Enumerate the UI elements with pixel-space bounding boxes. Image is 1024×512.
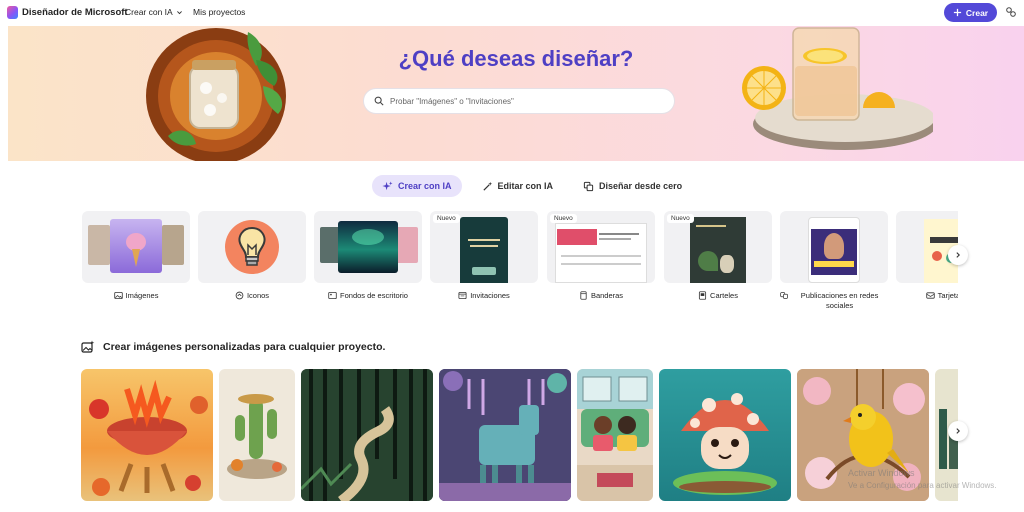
image-sparkle-icon (81, 340, 95, 353)
gallery-image-mushroom[interactable] (659, 369, 791, 501)
app-brand[interactable]: Diseñador de Microsoft (22, 7, 128, 18)
tab-edit-ai[interactable]: Editar con IA (472, 175, 564, 197)
category-caption: Tarjetas de (896, 291, 958, 301)
category-carousel: Imágenes Iconos Fondos de escritorio Nue… (82, 211, 958, 315)
tab-label: Editar con IA (497, 181, 554, 191)
share-icon[interactable] (1005, 6, 1017, 18)
category-label: Imágenes (125, 291, 159, 300)
top-bar: Diseñador de Microsoft Crear con IA Mis … (0, 0, 1024, 26)
category-caption: Iconos (198, 291, 306, 301)
gallery-next-button[interactable] (948, 421, 968, 441)
invitation-icon (458, 291, 467, 300)
plus-icon (953, 8, 961, 17)
sparkle-icon (382, 180, 393, 190)
section-header: Crear imágenes personalizadas para cualq… (81, 340, 385, 354)
magic-wand-icon (482, 181, 492, 191)
windows-activation-text: Ve a Configuración para activar Windows. (848, 481, 997, 490)
category-label: Tarjetas de (937, 291, 958, 300)
chevron-right-icon (956, 252, 960, 258)
children-reading-illustration (577, 369, 653, 501)
category-card-posters[interactable]: Nuevo Carteles (664, 211, 772, 301)
forest-path-illustration (301, 369, 433, 501)
tab-label: Diseñar desde cero (599, 181, 683, 191)
category-label: Iconos (246, 291, 270, 300)
category-caption: Invitaciones (430, 291, 538, 301)
category-card-invitations[interactable]: Nuevo Invitaciones (430, 211, 538, 301)
category-caption: Carteles (664, 291, 772, 301)
mushroom-character-illustration (673, 393, 777, 495)
category-thumb[interactable] (198, 211, 306, 283)
category-caption: Publicaciones en redes sociales (780, 291, 888, 311)
category-thumb[interactable] (780, 211, 888, 283)
gallery-image-forest[interactable] (301, 369, 433, 501)
poster-icon (698, 291, 707, 300)
bbq-illustration (89, 379, 208, 496)
category-label: Banderas (590, 291, 624, 300)
category-card-banners[interactable]: Nuevo Banderas (547, 211, 655, 301)
category-card-images[interactable]: Imágenes (82, 211, 190, 301)
category-thumb[interactable]: Nuevo (430, 211, 538, 283)
image-gallery (81, 369, 958, 501)
gallery-image-reading[interactable] (577, 369, 653, 501)
category-thumb[interactable] (896, 211, 958, 283)
category-caption: Fondos de escritorio (314, 291, 422, 301)
nav-create-ai-label: Crear con IA (125, 7, 173, 17)
category-card-wallpapers[interactable]: Fondos de escritorio (314, 211, 422, 301)
new-badge: Nuevo (667, 214, 694, 223)
category-label: Publicaciones en redes sociales (800, 291, 879, 310)
lemon-drink-illustration (742, 27, 933, 150)
social-post-icon (780, 292, 788, 299)
cactus-illustration (227, 394, 287, 479)
category-caption: Banderas (547, 291, 655, 301)
design-icon (583, 181, 594, 191)
tab-design-scratch[interactable]: Diseñar desde cero (573, 175, 692, 197)
search-icon (374, 96, 384, 106)
windows-activation-title: Activar Windows (848, 468, 915, 478)
designer-logo-icon[interactable] (7, 6, 18, 19)
chevron-right-icon (956, 428, 960, 434)
create-button-label: Crear (965, 7, 989, 18)
icons-icon (235, 291, 244, 300)
category-label: Fondos de escritorio (340, 291, 408, 300)
category-thumb[interactable] (82, 211, 190, 283)
wallpaper-icon (328, 291, 337, 300)
category-card-icons[interactable]: Iconos (198, 211, 306, 301)
search-input[interactable] (390, 96, 660, 106)
category-thumb[interactable]: Nuevo (664, 211, 772, 283)
categories-next-button[interactable] (948, 245, 968, 265)
gallery-image-cactus[interactable] (219, 369, 295, 501)
light-bulb-icon (238, 226, 266, 266)
category-thumb[interactable]: Nuevo (547, 211, 655, 283)
hero-banner: ¿Qué deseas diseñar? (8, 26, 1024, 161)
tab-create-ai[interactable]: Crear con IA (372, 175, 462, 197)
category-thumb[interactable] (314, 211, 422, 283)
category-card-social-posts[interactable]: Publicaciones en redes sociales (780, 211, 888, 311)
gallery-image-bbq[interactable] (81, 369, 213, 501)
new-badge: Nuevo (550, 214, 577, 223)
banner-icon (580, 291, 587, 300)
card-icon (925, 292, 935, 299)
category-label: Invitaciones (470, 291, 510, 300)
pinata-illustration (439, 369, 571, 501)
new-badge: Nuevo (433, 214, 460, 223)
category-label: Carteles (710, 291, 738, 300)
tab-label: Crear con IA (398, 181, 452, 191)
creation-tabs: Crear con IA Editar con IA Diseñar desde… (372, 175, 692, 197)
nav-create-ai[interactable]: Crear con IA (125, 7, 183, 17)
category-caption: Imágenes (82, 291, 190, 301)
nav-my-projects[interactable]: Mis proyectos (193, 7, 245, 17)
image-icon (113, 291, 123, 300)
section-title: Crear imágenes personalizadas para cualq… (103, 341, 386, 353)
create-button[interactable]: Crear (944, 3, 997, 22)
chevron-down-icon (176, 10, 182, 14)
gallery-image-pinata[interactable] (439, 369, 571, 501)
search-bar[interactable] (363, 88, 675, 114)
